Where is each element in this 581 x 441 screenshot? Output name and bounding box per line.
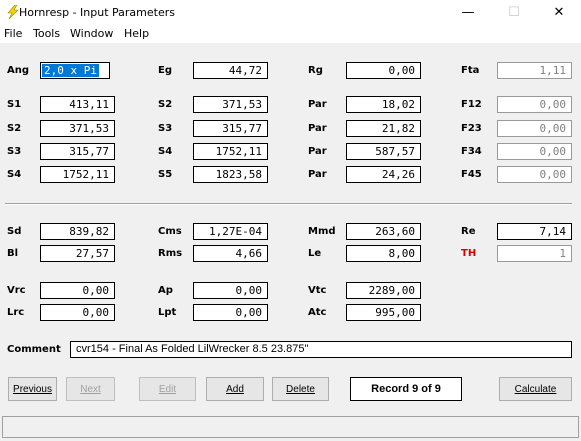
menu-window[interactable]: Window: [70, 27, 113, 40]
ap-field[interactable]: 0,00: [193, 282, 268, 299]
par-label: Par: [308, 123, 327, 134]
atc-label: Atc: [308, 307, 327, 318]
minimize-button[interactable]: —: [446, 0, 490, 25]
th-field[interactable]: 1: [497, 245, 572, 262]
par-label: Par: [308, 146, 327, 157]
comment-field[interactable]: cvr154 - Final As Folded LilWrecker 8.5 …: [70, 341, 572, 358]
eg-label: Eg: [158, 65, 172, 76]
close-button[interactable]: ✕: [537, 0, 581, 25]
vrc-label: Vrc: [7, 285, 26, 296]
th-label: TH: [461, 248, 477, 259]
par-label: Par: [308, 169, 327, 180]
window-title: Hornresp - Input Parameters: [19, 6, 175, 19]
par4-field[interactable]: 24,26: [346, 166, 421, 183]
f45-label: F45: [461, 169, 482, 180]
bl-field[interactable]: 27,57: [40, 245, 115, 262]
rg-label: Rg: [308, 65, 323, 76]
s5-field[interactable]: 1823,58: [193, 166, 268, 183]
title-bar: Hornresp - Input Parameters — ☐ ✕: [0, 0, 581, 25]
vtc-field[interactable]: 2289,00: [346, 282, 421, 299]
par2-field[interactable]: 21,82: [346, 120, 421, 137]
cms-field[interactable]: 1,27E-04: [193, 223, 268, 240]
ang-label: Ang: [7, 65, 30, 76]
f12-label: F12: [461, 99, 482, 110]
fta-label: Fta: [461, 65, 480, 76]
menu-file[interactable]: File: [4, 27, 22, 40]
menu-bar: File Tools Window Help: [0, 25, 581, 43]
edit-button[interactable]: Edit: [139, 377, 196, 401]
rms-field[interactable]: 4,66: [193, 245, 268, 262]
lpt-field[interactable]: 0,00: [193, 304, 268, 321]
lrc-field[interactable]: 0,00: [40, 304, 115, 321]
s1-label: S1: [7, 99, 22, 110]
next-button[interactable]: Next: [66, 377, 115, 401]
s3-label: S3: [158, 123, 173, 134]
s4-field[interactable]: 1752,11: [193, 143, 268, 160]
rg-field[interactable]: 0,00: [346, 62, 421, 79]
re-field[interactable]: 7,14: [497, 223, 572, 240]
rms-label: Rms: [158, 248, 183, 259]
s5-label: S5: [158, 169, 173, 180]
calculate-button[interactable]: Calculate: [499, 377, 572, 401]
mmd-field[interactable]: 263,60: [346, 223, 421, 240]
f12-field[interactable]: 0,00: [497, 96, 572, 113]
f23-field[interactable]: 0,00: [497, 120, 572, 137]
f45-field[interactable]: 0,00: [497, 166, 572, 183]
re-label: Re: [461, 226, 476, 237]
add-button[interactable]: Add: [206, 377, 264, 401]
lrc-label: Lrc: [7, 307, 25, 318]
le-label: Le: [308, 248, 322, 259]
atc-field[interactable]: 995,00: [346, 304, 421, 321]
s2-label: S2: [7, 123, 22, 134]
s2-field[interactable]: 371,53: [193, 96, 268, 113]
status-bar: [2, 416, 579, 438]
vtc-label: Vtc: [308, 285, 327, 296]
s2-field[interactable]: 371,53: [40, 120, 115, 137]
par-label: Par: [308, 99, 327, 110]
s4-field[interactable]: 1752,11: [40, 166, 115, 183]
s2-label: S2: [158, 99, 173, 110]
bl-label: Bl: [7, 248, 19, 259]
s3-field[interactable]: 315,77: [193, 120, 268, 137]
s3-field[interactable]: 315,77: [40, 143, 115, 160]
fta-field[interactable]: 1,11: [497, 62, 572, 79]
ap-label: Ap: [158, 285, 173, 296]
maximize-button[interactable]: ☐: [492, 0, 536, 25]
menu-help[interactable]: Help: [124, 27, 149, 40]
vrc-field[interactable]: 0,00: [40, 282, 115, 299]
sd-field[interactable]: 839,82: [40, 223, 115, 240]
s3-label: S3: [7, 146, 22, 157]
le-field[interactable]: 8,00: [346, 245, 421, 262]
eg-field[interactable]: 44,72: [193, 62, 268, 79]
f34-field[interactable]: 0,00: [497, 143, 572, 160]
s4-label: S4: [7, 169, 22, 180]
cms-label: Cms: [158, 226, 182, 237]
comment-label: Comment: [7, 344, 61, 355]
previous-button[interactable]: Previous: [8, 377, 57, 401]
s4-label: S4: [158, 146, 173, 157]
s1-field[interactable]: 413,11: [40, 96, 115, 113]
sd-label: Sd: [7, 226, 22, 237]
section-divider: [5, 203, 572, 205]
mmd-label: Mmd: [308, 226, 336, 237]
ang-field[interactable]: 2,0 x Pi: [40, 62, 110, 79]
par1-field[interactable]: 18,02: [346, 96, 421, 113]
menu-tools[interactable]: Tools: [33, 27, 60, 40]
par3-field[interactable]: 587,57: [346, 143, 421, 160]
lightning-bolt-icon: [7, 5, 19, 19]
lpt-label: Lpt: [158, 307, 177, 318]
record-indicator: Record 9 of 9: [350, 377, 462, 401]
f23-label: F23: [461, 123, 482, 134]
f34-label: F34: [461, 146, 482, 157]
delete-button[interactable]: Delete: [272, 377, 329, 401]
